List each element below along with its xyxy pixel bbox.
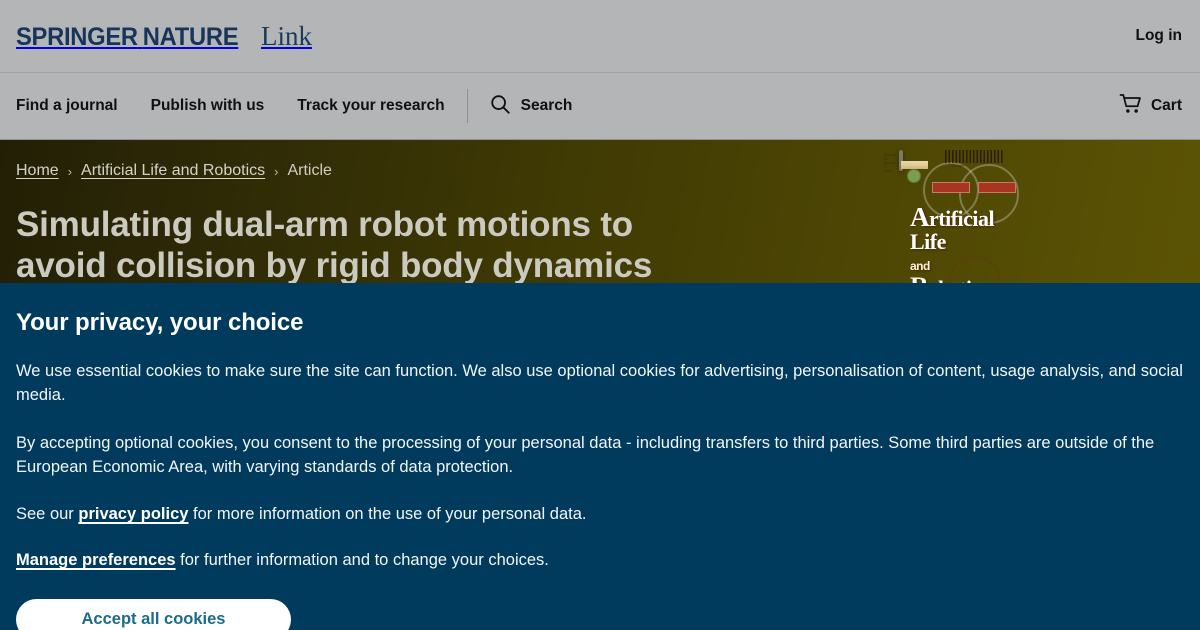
page-title: Simulating dual-arm robot motions to avo… (16, 205, 653, 285)
cookie-paragraph-essential: We use essential cookies to make sure th… (16, 362, 1183, 405)
search-label: Search (520, 97, 573, 114)
login-button[interactable]: Log in (1136, 27, 1185, 45)
journal-cover-image[interactable]: Volume 21 · Number 4 · 2016 Artificial L… (884, 150, 1019, 308)
cover-left-strip (901, 161, 928, 169)
policy-suffix-text: for more information on the use of your … (188, 505, 587, 523)
hero-inner: Home › Artificial Life and Robotics › Ar… (0, 140, 1200, 308)
breadcrumb-separator-icon: › (274, 163, 279, 179)
page-root: SPRINGER NATURE Link Log in Find a journ… (0, 0, 1200, 630)
main-navigation: Find a journal Publish with us Track you… (0, 73, 1200, 140)
breadcrumb-item-journal[interactable]: Artificial Life and Robotics (81, 162, 265, 180)
breadcrumb-item-home[interactable]: Home (16, 162, 59, 180)
cookie-consent-banner: Your privacy, your choice We use essenti… (0, 283, 1200, 630)
search-button[interactable]: Search (489, 93, 573, 120)
privacy-policy-link[interactable]: privacy policy (78, 505, 188, 523)
cart-button[interactable]: Cart (1119, 93, 1184, 120)
cookie-banner-title: Your privacy, your choice (16, 309, 304, 336)
site-header: SPRINGER NATURE Link Log in (0, 0, 1200, 73)
nav-items-group: Find a journal Publish with us Track you… (16, 97, 445, 115)
breadcrumb: Home › Artificial Life and Robotics › Ar… (16, 162, 716, 180)
nav-divider (466, 89, 468, 123)
cart-label: Cart (1150, 97, 1182, 114)
springer-nature-link-logo[interactable]: SPRINGER NATURE Link (16, 21, 312, 52)
breadcrumb-item-article: Article (287, 162, 332, 179)
cookie-paragraph-consent: By accepting optional cookies, you conse… (16, 433, 1155, 476)
logo-springer-text: SPRINGER (16, 22, 138, 51)
manage-preferences-link[interactable]: Manage preferences (16, 551, 176, 569)
search-icon (489, 93, 511, 120)
logo-nature-text: NATURE (142, 22, 239, 51)
manage-suffix-text: for further information and to change yo… (175, 551, 549, 570)
cookie-manage-preferences-line: Manage preferences for further informati… (16, 548, 1184, 572)
cookie-privacy-policy-line: See our privacy policy for more informat… (16, 502, 1184, 526)
accept-all-cookies-button[interactable]: Accept all cookies (16, 598, 291, 630)
journal-cover-wrapper: Volume 21 · Number 4 · 2016 Artificial L… (884, 150, 1019, 308)
nav-item-track-your-research[interactable]: Track your research (297, 97, 444, 115)
nav-item-find-a-journal[interactable]: Find a journal (16, 97, 118, 115)
cart-icon (1119, 93, 1143, 120)
nav-item-publish-with-us[interactable]: Publish with us (151, 97, 265, 115)
logo-wordmark: SPRINGER NATURE (16, 22, 239, 52)
policy-prefix-text: See our (16, 505, 79, 523)
logo-link-text: Link (260, 20, 312, 51)
hero-text-column: Home › Artificial Life and Robotics › Ar… (16, 140, 716, 287)
breadcrumb-separator-icon: › (67, 163, 73, 179)
